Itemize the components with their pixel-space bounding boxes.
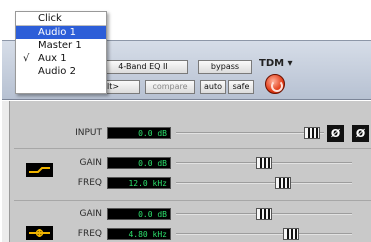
power-icon[interactable]	[265, 74, 285, 94]
peak-filter-icon[interactable]	[26, 226, 53, 240]
plugin-name: 4-Band EQ II	[118, 62, 168, 71]
band2-gain-display[interactable]: 0.0 dB	[107, 208, 171, 220]
menu-item-label: Audio 2	[38, 66, 76, 77]
plugin-body: INPUT 0.0 dB Ø Ø GAIN 0.0 dB FREQ 12.0 k…	[2, 101, 371, 242]
band1-freq-thumb[interactable]	[275, 177, 292, 189]
tdm-label[interactable]: TDM ▾	[259, 58, 293, 69]
band1-freq-display[interactable]: 12.0 kHz	[107, 177, 171, 189]
section-divider	[14, 200, 371, 201]
menu-item-label: Master 1	[38, 40, 82, 51]
compare-label: compare	[152, 82, 188, 91]
menu-item-audio-2[interactable]: Audio 2	[16, 65, 106, 78]
band2-gain-thumb[interactable]	[256, 208, 272, 220]
menu-item-label: Aux 1	[38, 53, 67, 64]
safe-label: safe	[232, 82, 250, 91]
input-label: INPUT	[75, 128, 102, 138]
auto-button[interactable]: auto	[200, 80, 226, 94]
menu-item-click[interactable]: Click	[16, 12, 106, 25]
band2-freq-thumb[interactable]	[283, 228, 300, 240]
menu-item-label: Click	[38, 13, 62, 24]
band2-gain-label: GAIN	[79, 209, 102, 219]
input-slider-thumb[interactable]	[304, 127, 321, 139]
menu-item-audio-1[interactable]: Audio 1	[16, 26, 106, 39]
auto-label: auto	[203, 82, 222, 91]
checkmark-icon: √	[23, 53, 30, 64]
band1-gain-label: GAIN	[79, 158, 102, 168]
left-edge	[2, 101, 10, 242]
phase-invert-button-2[interactable]: Ø	[352, 125, 369, 142]
menu-item-label: Audio 1	[38, 27, 76, 38]
band1-freq-track[interactable]	[176, 182, 352, 184]
bypass-button[interactable]: bypass	[198, 60, 252, 74]
band2-freq-track[interactable]	[176, 233, 352, 235]
phase-invert-button-1[interactable]: Ø	[327, 125, 344, 142]
band1-gain-display[interactable]: 0.0 dB	[107, 157, 171, 169]
plugin-select-button[interactable]: 4-Band EQ II	[98, 60, 188, 74]
safe-button[interactable]: safe	[228, 80, 254, 94]
track-select-menu[interactable]: Click Audio 1 Master 1 √ Aux 1 Audio 2	[15, 11, 107, 94]
band2-freq-label: FREQ	[77, 229, 102, 239]
bypass-label: bypass	[210, 62, 240, 71]
menu-item-aux-1[interactable]: √ Aux 1	[16, 52, 106, 65]
input-slider-track[interactable]	[176, 132, 324, 134]
band1-freq-label: FREQ	[77, 178, 102, 188]
band1-gain-thumb[interactable]	[256, 157, 272, 169]
section-divider	[14, 148, 371, 149]
input-value-display[interactable]: 0.0 dB	[107, 127, 171, 139]
menu-item-master-1[interactable]: Master 1	[16, 39, 106, 52]
band2-freq-display[interactable]: 4.80 kHz	[107, 228, 171, 240]
high-shelf-filter-icon[interactable]	[26, 163, 53, 177]
compare-button[interactable]: compare	[145, 80, 195, 94]
